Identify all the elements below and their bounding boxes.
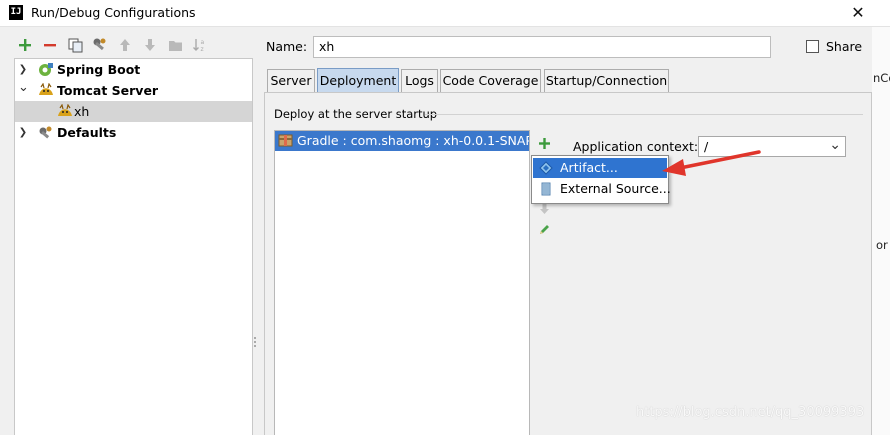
expand-arrow-icon[interactable]: ❯ xyxy=(18,59,28,80)
tree-item-label: Tomcat Server xyxy=(57,83,159,98)
sort-button[interactable]: az xyxy=(190,35,210,55)
menu-item-label: External Source... xyxy=(560,181,671,196)
deploy-item-label: Gradle : com.shaomg : xh-0.0.1-SNAPSHOT.… xyxy=(297,133,529,148)
plus-icon xyxy=(19,39,31,51)
intellij-app-icon: IJ xyxy=(9,5,23,20)
group-separator xyxy=(425,114,863,115)
add-deployment-button[interactable] xyxy=(535,134,553,152)
config-toolbar: az xyxy=(12,35,252,57)
svg-text:a: a xyxy=(201,39,205,46)
tab-server[interactable]: Server xyxy=(267,69,315,92)
add-deployment-popup: Artifact... External Source... xyxy=(531,155,671,204)
menu-item-artifact[interactable]: Artifact... xyxy=(533,158,667,178)
archive-icon xyxy=(539,182,553,196)
tab-code-coverage[interactable]: Code Coverage xyxy=(440,69,541,92)
application-context-value: / xyxy=(704,139,709,154)
deploy-artifact-list[interactable]: Gradle : com.shaomg : xh-0.0.1-SNAPSHOT.… xyxy=(274,130,530,435)
background-text-fragment: nCo xyxy=(873,71,890,85)
remove-button[interactable] xyxy=(40,35,60,55)
application-context-select[interactable]: / ⌄ xyxy=(698,136,846,157)
edit-defaults-button[interactable] xyxy=(90,35,110,55)
chevron-down-icon: ⌄ xyxy=(829,137,841,153)
move-down-button[interactable] xyxy=(140,35,160,55)
tomcat-icon xyxy=(38,82,54,98)
background-window-edge xyxy=(872,27,890,435)
deploy-list-item[interactable]: Gradle : com.shaomg : xh-0.0.1-SNAPSHOT.… xyxy=(275,131,529,151)
folder-icon xyxy=(168,40,182,51)
background-text-fragment: or xyxy=(876,238,888,252)
share-checkbox[interactable] xyxy=(806,40,819,53)
artifact-diamond-icon xyxy=(539,161,553,175)
collapse-arrow-icon[interactable]: ⌄ xyxy=(18,80,29,95)
minus-icon xyxy=(44,44,56,47)
plus-icon xyxy=(538,137,550,149)
artifact-icon xyxy=(278,133,294,148)
tree-item-xh[interactable]: xh xyxy=(15,101,252,122)
tree-item-label: Defaults xyxy=(57,125,117,140)
title-bar: IJ Run/Debug Configurations ✕ xyxy=(0,0,890,27)
wrench-icon xyxy=(38,125,54,140)
watermark-text: https://blog.csdn.net/qq_30099393 xyxy=(636,405,865,420)
move-up-button[interactable] xyxy=(115,35,135,55)
deploy-group-label: Deploy at the server startup xyxy=(274,107,438,121)
add-button[interactable] xyxy=(15,35,35,55)
folder-button[interactable] xyxy=(165,35,185,55)
splitter-handle[interactable] xyxy=(253,337,257,351)
tree-item-tomcat-server[interactable]: ⌄ Tomcat Server xyxy=(15,80,252,101)
tomcat-icon xyxy=(57,103,73,119)
arrow-up-icon xyxy=(120,39,130,51)
sort-icon: az xyxy=(193,39,205,53)
name-label: Name: xyxy=(266,39,308,54)
arrow-down-icon xyxy=(145,39,155,51)
tab-deployment[interactable]: Deployment xyxy=(317,68,399,92)
menu-item-external-source[interactable]: External Source... xyxy=(533,179,671,199)
copy-button[interactable] xyxy=(65,35,85,55)
name-input[interactable]: xh xyxy=(313,36,771,58)
close-icon[interactable]: ✕ xyxy=(848,3,868,23)
pencil-icon xyxy=(539,224,549,234)
arrow-down-icon xyxy=(539,204,549,214)
tab-logs[interactable]: Logs xyxy=(401,69,438,92)
tree-item-label: Spring Boot xyxy=(57,62,141,77)
share-label[interactable]: Share xyxy=(826,39,862,54)
tree-item-label: xh xyxy=(74,104,90,119)
copy-icon xyxy=(68,38,82,52)
tree-item-spring-boot[interactable]: ❯ Spring Boot xyxy=(15,59,252,80)
application-context-label: Application context: xyxy=(573,139,699,154)
tab-startup-connection[interactable]: Startup/Connection xyxy=(544,69,669,92)
wrench-icon xyxy=(93,38,106,51)
tree-item-defaults[interactable]: ❯ Defaults xyxy=(15,122,252,143)
menu-item-label: Artifact... xyxy=(560,160,618,175)
configuration-tree[interactable]: ❯ Spring Boot ⌄ Tomcat Server xh ❯ Defau… xyxy=(14,58,253,435)
spring-boot-icon xyxy=(38,62,54,77)
svg-text:z: z xyxy=(201,46,204,53)
edit-deployment-button[interactable] xyxy=(535,220,553,238)
expand-arrow-icon[interactable]: ❯ xyxy=(18,122,28,143)
window-title: Run/Debug Configurations xyxy=(31,5,196,20)
